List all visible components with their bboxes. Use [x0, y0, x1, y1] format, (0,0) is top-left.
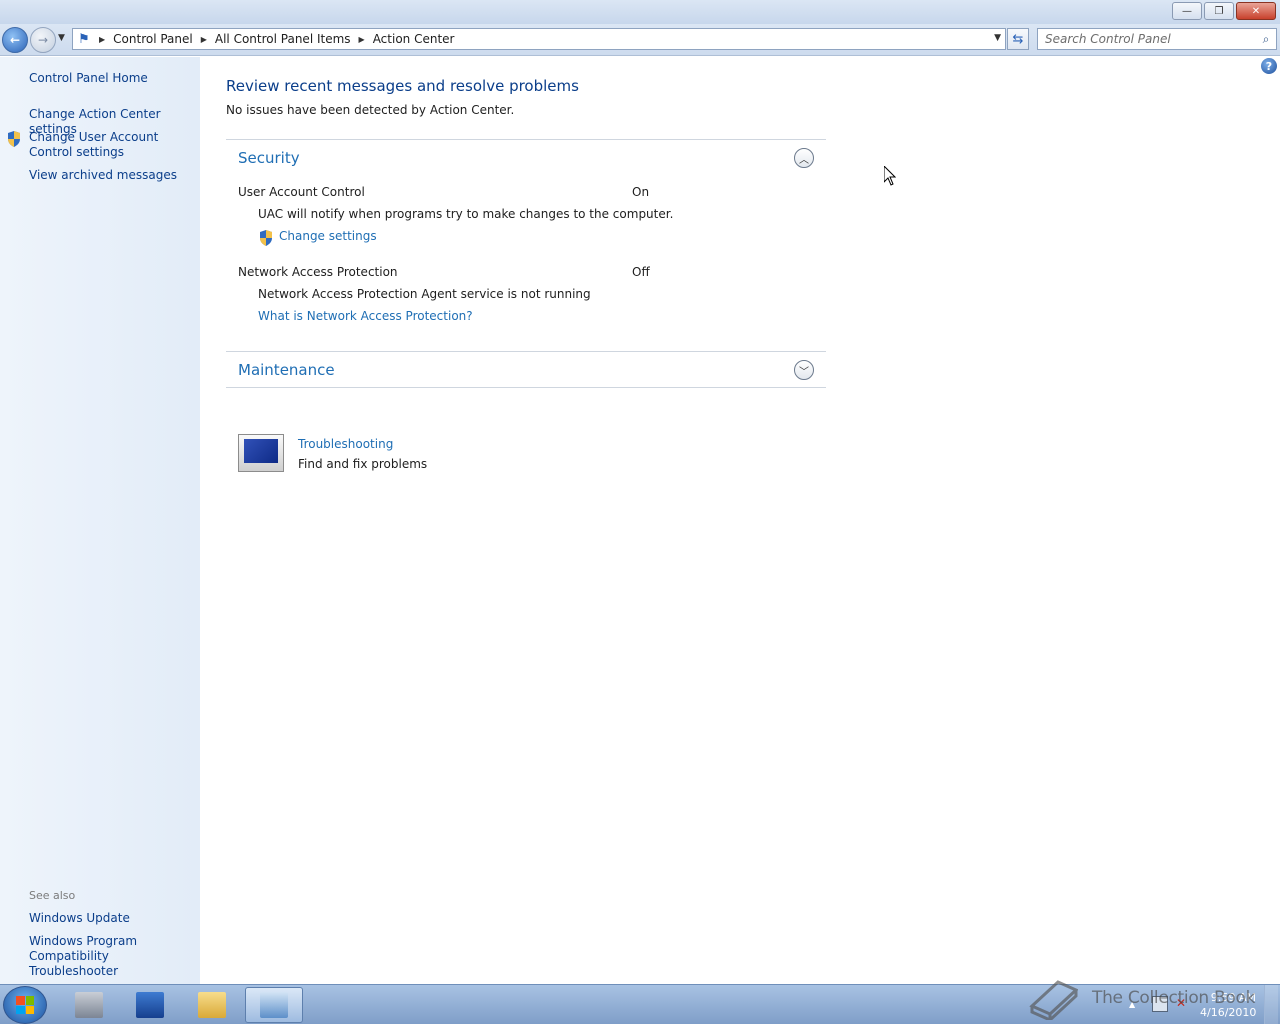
troubleshooting-link[interactable]: Troubleshooting — [298, 437, 393, 451]
uac-description: UAC will notify when programs try to mak… — [258, 207, 674, 221]
powershell-icon — [136, 992, 164, 1018]
windows-logo-icon — [16, 996, 34, 1014]
breadcrumb-separator-icon[interactable]: ▶ — [99, 35, 105, 44]
nap-description: Network Access Protection Agent service … — [258, 287, 591, 301]
back-button[interactable]: ← — [2, 27, 28, 53]
refresh-button[interactable]: ⇆ — [1007, 28, 1029, 50]
folder-icon — [198, 992, 226, 1018]
status-message: No issues have been detected by Action C… — [226, 103, 515, 117]
collapse-security-button[interactable]: ︿ — [794, 148, 814, 168]
divider — [226, 139, 826, 140]
left-task-pane: Control Panel Home Change Action Center … — [0, 57, 200, 984]
control-panel-flag-icon: ⚑ — [78, 31, 90, 47]
address-dropdown-icon[interactable]: ▼ — [994, 33, 1001, 43]
uac-change-settings-link[interactable]: Change settings — [279, 229, 377, 243]
title-bar: — ❐ ✕ — [0, 0, 1280, 24]
taskbar-powershell[interactable] — [121, 987, 179, 1023]
server-manager-icon — [75, 992, 103, 1018]
expand-maintenance-button[interactable]: ﹀ — [794, 360, 814, 380]
divider — [226, 387, 826, 388]
uac-shield-icon — [260, 230, 272, 246]
start-button[interactable] — [3, 986, 47, 1024]
uac-shield-icon — [8, 131, 20, 147]
change-uac-settings-link[interactable]: Change User Account Control settings — [29, 130, 197, 160]
uac-label: User Account Control — [238, 185, 365, 199]
maintenance-section-title[interactable]: Maintenance — [238, 361, 335, 379]
troubleshooting-icon[interactable] — [238, 434, 284, 472]
page-title: Review recent messages and resolve probl… — [226, 77, 579, 95]
chevron-up-icon: ︿ — [799, 154, 809, 166]
security-section-title[interactable]: Security — [238, 149, 300, 167]
watermark: The Collection Book — [1028, 976, 1255, 1020]
uac-status: On — [632, 185, 650, 199]
taskbar-control-panel[interactable] — [245, 987, 303, 1023]
taskbar-explorer[interactable] — [183, 987, 241, 1023]
restore-button[interactable]: ❐ — [1204, 2, 1234, 20]
taskbar-server-manager[interactable] — [60, 987, 118, 1023]
nap-status: Off — [632, 265, 650, 279]
recent-pages-dropdown-icon[interactable]: ▼ — [58, 33, 65, 43]
show-desktop-button[interactable] — [1264, 985, 1278, 1024]
compatibility-troubleshooter-link[interactable]: Windows Program Compatibility Troublesho… — [29, 934, 197, 979]
breadcrumb-action-center[interactable]: Action Center — [373, 32, 455, 46]
forward-button[interactable]: → — [30, 27, 56, 53]
refresh-icon: ⇆ — [1012, 31, 1024, 47]
watermark-text: The Collection Book — [1092, 988, 1256, 1008]
windows-update-link[interactable]: Windows Update — [29, 911, 197, 926]
navigation-bar: ← → ▼ ⚑ ▶ Control Panel ▶ All Control Pa… — [0, 24, 1280, 56]
chevron-down-icon: ﹀ — [799, 366, 809, 378]
control-panel-icon — [260, 992, 288, 1018]
main-content: ? Review recent messages and resolve pro… — [200, 57, 1280, 984]
nap-info-link[interactable]: What is Network Access Protection? — [258, 309, 473, 323]
close-button[interactable]: ✕ — [1236, 2, 1276, 20]
monitor-screen-icon — [244, 439, 278, 463]
nap-label: Network Access Protection — [238, 265, 398, 279]
control-panel-home-link[interactable]: Control Panel Home — [29, 71, 197, 86]
troubleshooting-description: Find and fix problems — [298, 457, 428, 471]
mouse-cursor-icon — [884, 166, 896, 186]
minimize-button[interactable]: — — [1172, 2, 1202, 20]
book-icon — [1029, 980, 1078, 1020]
breadcrumb-control-panel[interactable]: Control Panel — [113, 32, 193, 46]
view-archived-messages-link[interactable]: View archived messages — [29, 168, 197, 183]
see-also-heading: See also — [29, 889, 76, 902]
breadcrumb-all-items[interactable]: All Control Panel Items — [215, 32, 351, 46]
breadcrumb-separator-icon[interactable]: ▶ — [359, 35, 365, 44]
search-icon[interactable]: ⌕ — [1256, 32, 1276, 47]
window-controls: — ❐ ✕ — [1172, 2, 1276, 20]
address-bar[interactable]: ⚑ ▶ Control Panel ▶ All Control Panel It… — [72, 28, 1006, 50]
divider — [226, 351, 826, 352]
search-box[interactable]: ⌕ — [1037, 28, 1277, 50]
help-icon[interactable]: ? — [1261, 58, 1277, 74]
breadcrumb-separator-icon[interactable]: ▶ — [201, 35, 207, 44]
search-input[interactable] — [1038, 32, 1256, 46]
